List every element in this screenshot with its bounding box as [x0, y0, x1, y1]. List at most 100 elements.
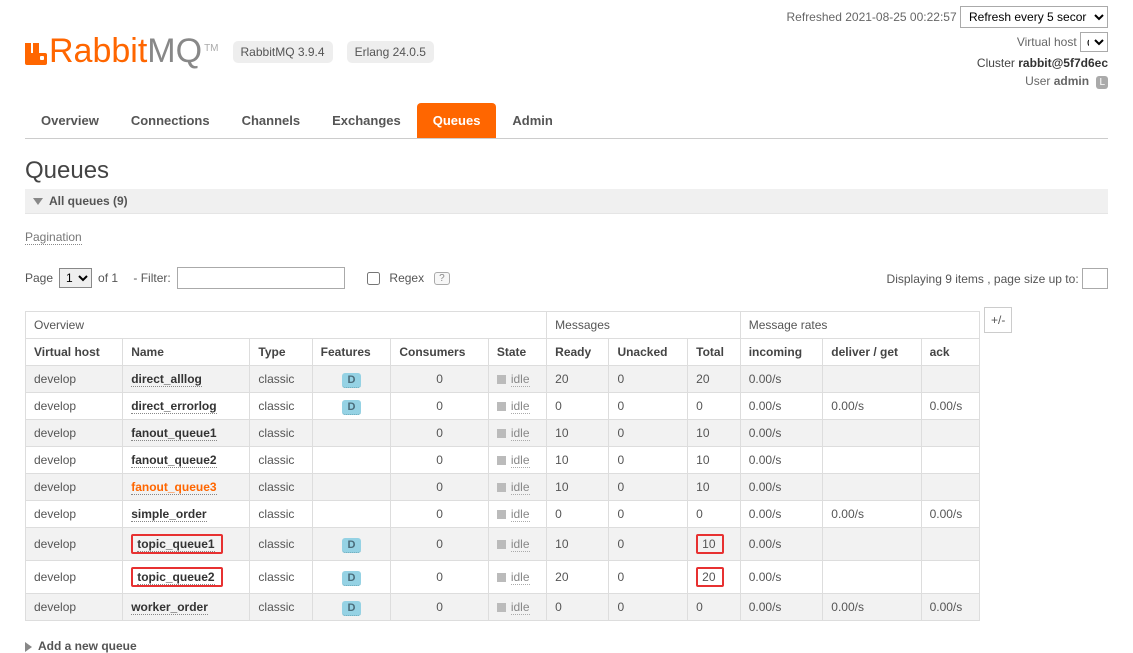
- cell-features: D: [312, 528, 391, 561]
- cell-vhost: develop: [26, 561, 123, 594]
- cell-deliver: [823, 528, 921, 561]
- col-incoming[interactable]: incoming: [740, 339, 823, 366]
- cell-unacked: 0: [609, 474, 688, 501]
- cell-total: 0: [688, 594, 741, 621]
- col-vhost[interactable]: Virtual host: [26, 339, 123, 366]
- tab-connections[interactable]: Connections: [115, 103, 226, 138]
- durable-badge: D: [342, 373, 362, 388]
- state-icon: [497, 456, 506, 465]
- queue-link[interactable]: topic_queue1: [137, 537, 214, 552]
- user-label: User: [1025, 74, 1050, 88]
- col-unacked[interactable]: Unacked: [609, 339, 688, 366]
- cell-type: classic: [250, 393, 312, 420]
- tab-overview[interactable]: Overview: [25, 103, 115, 138]
- cell-name: simple_order: [123, 501, 250, 528]
- cell-ack: [921, 420, 979, 447]
- col-type[interactable]: Type: [250, 339, 312, 366]
- cell-total: 10: [688, 447, 741, 474]
- queue-link[interactable]: fanout_queue3: [131, 480, 216, 495]
- cell-deliver: [823, 447, 921, 474]
- cell-ready: 10: [547, 528, 609, 561]
- col-consumers[interactable]: Consumers: [391, 339, 488, 366]
- state-icon: [497, 573, 506, 582]
- cell-state: idle: [488, 594, 546, 621]
- cell-ready: 20: [547, 561, 609, 594]
- cell-ready: 0: [547, 501, 609, 528]
- queue-link[interactable]: fanout_queue1: [131, 426, 216, 441]
- cell-state: idle: [488, 393, 546, 420]
- cell-state: idle: [488, 561, 546, 594]
- filter-input[interactable]: [177, 267, 345, 289]
- cell-features: D: [312, 561, 391, 594]
- cell-unacked: 0: [609, 561, 688, 594]
- page-title: Queues: [25, 157, 1108, 185]
- tab-channels[interactable]: Channels: [226, 103, 317, 138]
- col-state[interactable]: State: [488, 339, 546, 366]
- vhost-select[interactable]: deve: [1080, 32, 1108, 52]
- cell-features: [312, 501, 391, 528]
- cell-unacked: 0: [609, 501, 688, 528]
- col-ready[interactable]: Ready: [547, 339, 609, 366]
- cell-name: fanout_queue2: [123, 447, 250, 474]
- tab-admin[interactable]: Admin: [496, 103, 568, 138]
- cell-total: 10: [688, 528, 741, 561]
- state-icon: [497, 483, 506, 492]
- state-icon: [497, 429, 506, 438]
- columns-toggle[interactable]: +/-: [984, 307, 1012, 333]
- cell-deliver: [823, 561, 921, 594]
- cell-vhost: develop: [26, 393, 123, 420]
- cell-name: topic_queue2: [123, 561, 250, 594]
- cell-type: classic: [250, 561, 312, 594]
- state-icon: [497, 402, 506, 411]
- col-group-messages: Messages: [547, 312, 741, 339]
- help-icon[interactable]: ?: [434, 272, 450, 285]
- cell-state: idle: [488, 501, 546, 528]
- queue-link[interactable]: topic_queue2: [137, 570, 214, 585]
- regex-checkbox[interactable]: [367, 272, 380, 285]
- cell-type: classic: [250, 501, 312, 528]
- tab-exchanges[interactable]: Exchanges: [316, 103, 417, 138]
- status-panel: Refreshed 2021-08-25 00:22:57 Refresh ev…: [787, 6, 1108, 93]
- page-select[interactable]: 1: [59, 268, 92, 288]
- col-name[interactable]: Name: [123, 339, 250, 366]
- cell-deliver: 0.00/s: [823, 594, 921, 621]
- page-size-input[interactable]: [1082, 268, 1108, 289]
- queue-link[interactable]: fanout_queue2: [131, 453, 216, 468]
- col-ack[interactable]: ack: [921, 339, 979, 366]
- table-row: developfanout_queue1classic0idle100100.0…: [26, 420, 980, 447]
- cell-type: classic: [250, 366, 312, 393]
- queue-link[interactable]: simple_order: [131, 507, 206, 522]
- cell-total: 10: [688, 474, 741, 501]
- queue-link[interactable]: worker_order: [131, 600, 208, 615]
- cell-unacked: 0: [609, 393, 688, 420]
- section-all-queues[interactable]: All queues (9): [25, 189, 1108, 214]
- table-row: developtopic_queue1classicD0idle100100.0…: [26, 528, 980, 561]
- table-row: developsimple_orderclassic0idle0000.00/s…: [26, 501, 980, 528]
- col-features[interactable]: Features: [312, 339, 391, 366]
- cell-name: direct_alllog: [123, 366, 250, 393]
- cell-consumers: 0: [391, 366, 488, 393]
- cell-state: idle: [488, 528, 546, 561]
- cell-ack: 0.00/s: [921, 393, 979, 420]
- refresh-interval-select[interactable]: Refresh every 5 secor: [960, 6, 1108, 28]
- logo[interactable]: RabbitMQ TM RabbitMQ 3.9.4 Erlang 24.0.5: [25, 10, 434, 93]
- col-deliver[interactable]: deliver / get: [823, 339, 921, 366]
- cell-total: 20: [688, 366, 741, 393]
- cell-type: classic: [250, 447, 312, 474]
- col-total[interactable]: Total: [688, 339, 741, 366]
- queue-link[interactable]: direct_errorlog: [131, 399, 216, 414]
- refreshed-text: Refreshed 2021-08-25 00:22:57: [787, 10, 957, 24]
- table-row: developfanout_queue2classic0idle100100.0…: [26, 447, 980, 474]
- cell-deliver: [823, 474, 921, 501]
- cell-name: fanout_queue1: [123, 420, 250, 447]
- version-rabbitmq: RabbitMQ 3.9.4: [233, 41, 333, 63]
- cell-ack: 0.00/s: [921, 594, 979, 621]
- filter-label: - Filter:: [133, 271, 170, 285]
- cell-type: classic: [250, 474, 312, 501]
- cell-vhost: develop: [26, 420, 123, 447]
- tab-queues[interactable]: Queues: [417, 103, 497, 138]
- queue-link[interactable]: direct_alllog: [131, 372, 202, 387]
- cell-incoming: 0.00/s: [740, 447, 823, 474]
- add-queue-section[interactable]: Add a new queue: [25, 639, 1108, 653]
- cell-incoming: 0.00/s: [740, 528, 823, 561]
